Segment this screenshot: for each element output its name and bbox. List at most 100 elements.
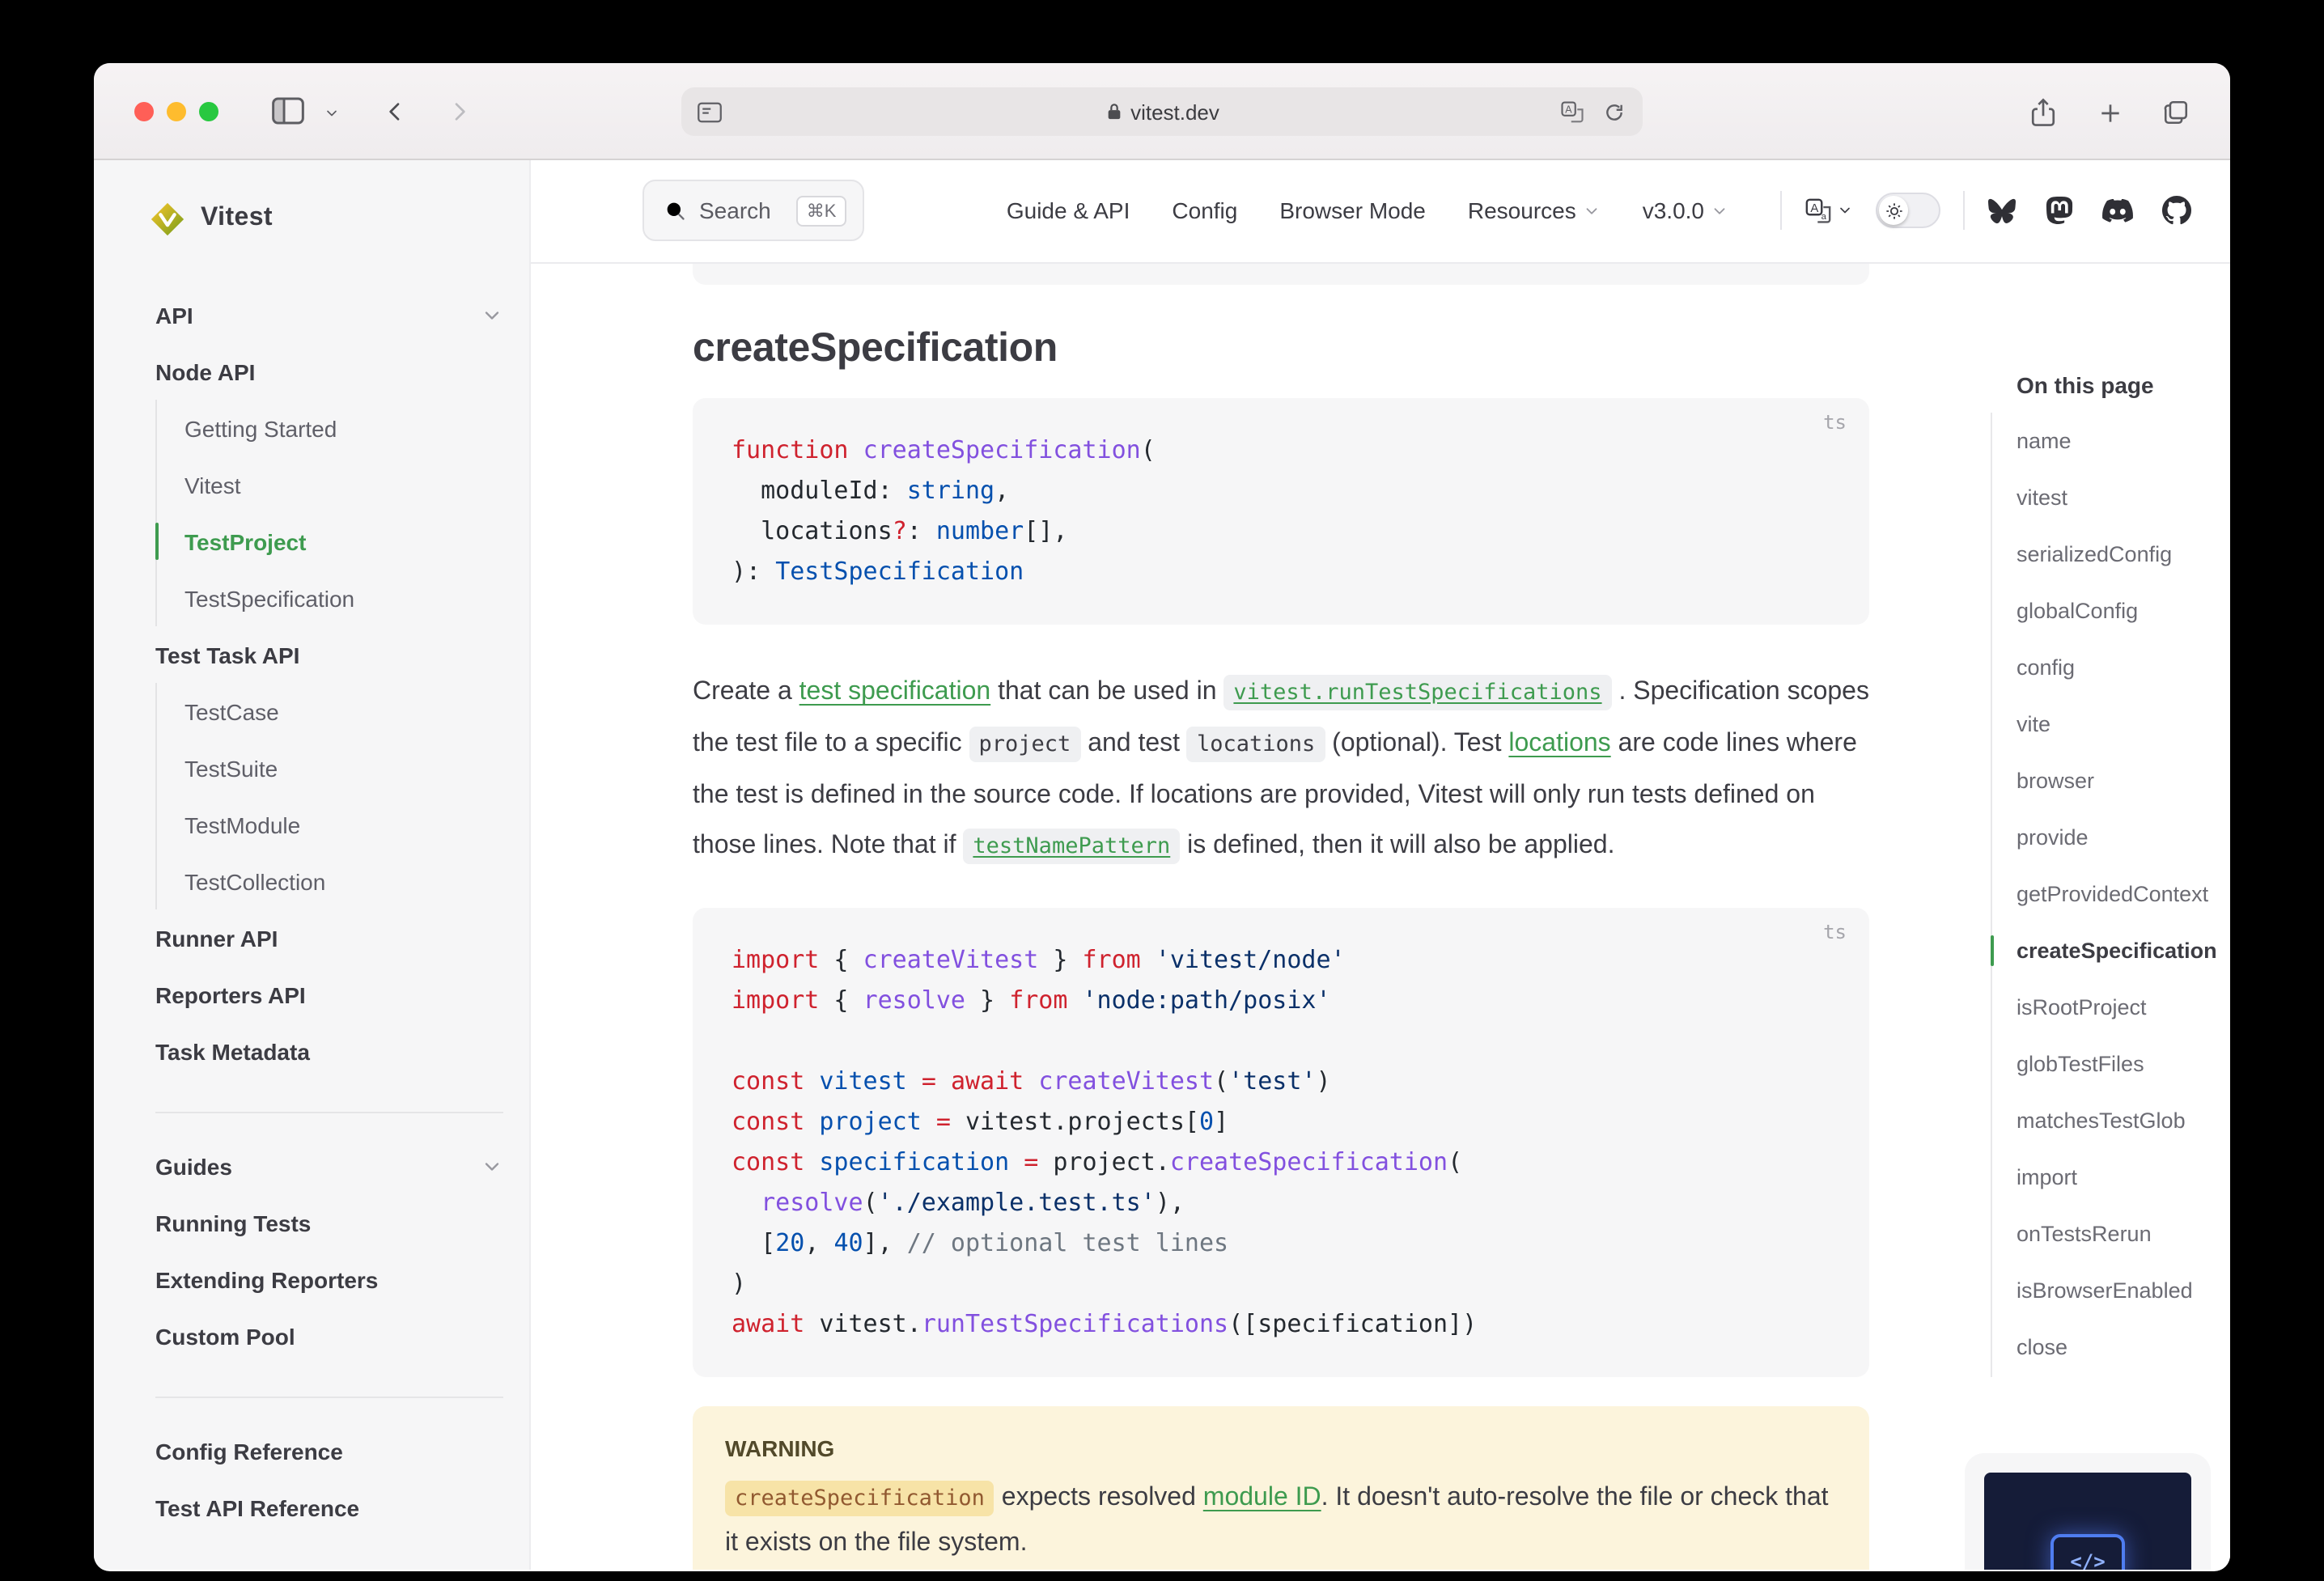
inline-code: createSpecification: [725, 1481, 994, 1516]
sidebar-item-reporters-api[interactable]: Reporters API: [155, 966, 503, 1023]
sidebar: Vitest APINode APIGetting StartedVitestT…: [94, 160, 531, 1570]
nav-link-config[interactable]: Config: [1172, 198, 1237, 224]
minimize-button[interactable]: [167, 102, 186, 121]
outline-link-globalconfig[interactable]: globalConfig: [2017, 583, 2230, 639]
previous-code-block-tail: [693, 264, 1869, 285]
language-menu[interactable]: Aa: [1804, 197, 1853, 225]
translate-icon[interactable]: A: [1560, 100, 1584, 124]
nav-menu: Guide & API Config Browser Mode Resources v3…: [1007, 198, 1728, 224]
outline-link-vite[interactable]: vite: [2017, 696, 2230, 752]
sidebar-item-testcollection[interactable]: TestCollection: [184, 853, 503, 909]
code-monitor-icon: </>: [2050, 1534, 2125, 1570]
sidebar-item-testcase[interactable]: TestCase: [184, 683, 503, 740]
doc-link-vitest-runtestspecifications[interactable]: vitest.runTestSpecifications: [1223, 675, 1611, 710]
sidebar-divider: [155, 1112, 503, 1113]
doc-link-module-id[interactable]: module ID: [1203, 1484, 1321, 1511]
tabs-overview-icon[interactable]: [2162, 99, 2190, 126]
chevron-down-icon: [481, 1155, 503, 1177]
outline-link-name[interactable]: name: [2017, 413, 2230, 469]
top-navbar: Search ⌘K Guide & API Config Browser Mode R…: [531, 160, 2230, 264]
sidebar-item-running-tests[interactable]: Running Tests: [155, 1194, 503, 1251]
sidebar-section-guides[interactable]: Guides: [155, 1138, 503, 1194]
svg-text:A: A: [1565, 104, 1572, 115]
outline-aside: On this page namevitestserializedConfigg…: [1991, 264, 2230, 1375]
outline-link-globtestfiles[interactable]: globTestFiles: [2017, 1036, 2230, 1092]
nav-link-guide-api[interactable]: Guide & API: [1007, 198, 1130, 224]
sun-icon: [1879, 197, 1908, 226]
chevron-down-icon[interactable]: [324, 105, 340, 121]
github-icon[interactable]: [2162, 197, 2191, 226]
outline-link-vitest[interactable]: vitest: [2017, 469, 2230, 526]
sidebar-item-getting-started[interactable]: Getting Started: [184, 400, 503, 456]
outline-link-isbrowserenabled[interactable]: isBrowserEnabled: [2017, 1262, 2230, 1319]
sidebar-item-test-task-api[interactable]: Test Task API: [155, 626, 503, 683]
outline-divider: [1991, 413, 1992, 1377]
outline-link-createspecification[interactable]: createSpecification: [2017, 922, 2230, 979]
sidebar-item-testsuite[interactable]: TestSuite: [184, 740, 503, 796]
sidebar-item-runner-api[interactable]: Runner API: [155, 909, 503, 966]
doc-link-test-specification[interactable]: test specification: [799, 678, 991, 706]
doc-link-testnamepattern[interactable]: testNamePattern: [963, 829, 1180, 864]
browser-window: vitest.dev A: [94, 63, 2230, 1571]
doc-link-locations[interactable]: locations: [1508, 730, 1610, 757]
doc-paragraph: Create a test specification that can be …: [693, 667, 1869, 872]
chevron-down-icon: [481, 303, 503, 326]
discord-icon[interactable]: [2102, 199, 2133, 223]
sidebar-section-api[interactable]: API: [155, 286, 503, 343]
outline-link-isrootproject[interactable]: isRootProject: [2017, 979, 2230, 1036]
sidebar-item-config-reference[interactable]: Config Reference: [155, 1422, 503, 1479]
browser-toolbar: vitest.dev A: [94, 63, 2230, 160]
page-body: Vitest APINode APIGetting StartedVitestT…: [94, 160, 2230, 1570]
outline-link-import[interactable]: import: [2017, 1149, 2230, 1206]
warning-callout: WARNING createSpecification expects reso…: [693, 1406, 1869, 1570]
bluesky-icon[interactable]: [1987, 197, 2017, 225]
search-button[interactable]: Search ⌘K: [642, 180, 863, 242]
outline-link-getprovidedcontext[interactable]: getProvidedContext: [2017, 866, 2230, 922]
back-icon[interactable]: [382, 99, 408, 125]
outline-link-config[interactable]: config: [2017, 639, 2230, 696]
address-bar[interactable]: vitest.dev A: [681, 87, 1643, 136]
outline-link-browser[interactable]: browser: [2017, 752, 2230, 809]
sponsor-ad[interactable]: </>: [1965, 1453, 2211, 1570]
code-block[interactable]: ts import { createVitest } from 'vitest/…: [693, 908, 1869, 1377]
sidebar-item-testmodule[interactable]: TestModule: [184, 796, 503, 853]
svg-text:A: A: [1810, 202, 1818, 215]
nav-link-browser-mode[interactable]: Browser Mode: [1279, 198, 1426, 224]
sidebar-nav: APINode APIGetting StartedVitestTestProj…: [155, 286, 503, 1536]
sidebar-item-test-api-reference[interactable]: Test API Reference: [155, 1479, 503, 1536]
outline-link-provide[interactable]: provide: [2017, 809, 2230, 866]
nav-link-v3-0-0[interactable]: v3.0.0: [1643, 198, 1728, 224]
search-label: Search: [699, 198, 771, 224]
site-logo[interactable]: Vitest: [149, 173, 503, 264]
zoom-button[interactable]: [199, 102, 218, 121]
sidebar-group: Getting StartedVitestTestProjectTestSpec…: [155, 400, 503, 626]
outline-link-matchestestglob[interactable]: matchesTestGlob: [2017, 1092, 2230, 1149]
sidebar-item-node-api[interactable]: Node API: [155, 343, 503, 400]
mastodon-icon[interactable]: [2046, 197, 2073, 226]
sidebar-item-custom-pool[interactable]: Custom Pool: [155, 1308, 503, 1364]
close-button[interactable]: [134, 102, 154, 121]
forward-icon[interactable]: [447, 99, 473, 125]
sidebar-group: TestCaseTestSuiteTestModuleTestCollectio…: [155, 683, 503, 909]
reader-icon[interactable]: [698, 101, 722, 122]
sidebar-item-extending-reporters[interactable]: Extending Reporters: [155, 1251, 503, 1308]
share-icon[interactable]: [2029, 97, 2057, 128]
sidebar-item-vitest[interactable]: Vitest: [184, 456, 503, 513]
code-lang: ts: [1823, 921, 1847, 943]
chevron-down-icon: [1711, 202, 1728, 220]
outline-link-serializedconfig[interactable]: serializedConfig: [2017, 526, 2230, 583]
sidebar-toggle-icon[interactable]: [272, 97, 304, 125]
warning-title: WARNING: [725, 1435, 1837, 1461]
sidebar-item-testproject[interactable]: TestProject: [184, 513, 503, 570]
nav-link-resources[interactable]: Resources: [1468, 198, 1601, 224]
url-text: vitest.dev: [1130, 100, 1219, 124]
sidebar-item-testspecification[interactable]: TestSpecification: [184, 570, 503, 626]
code-block[interactable]: ts function createSpecification( moduleI…: [693, 398, 1869, 625]
outline-link-ontestsrerun[interactable]: onTestsRerun: [2017, 1206, 2230, 1262]
outline-link-close[interactable]: close: [2017, 1319, 2230, 1375]
theme-toggle[interactable]: [1876, 193, 1940, 229]
page-title: createSpecification: [693, 324, 1869, 372]
reload-icon[interactable]: [1604, 101, 1625, 122]
new-tab-icon[interactable]: [2097, 100, 2123, 126]
sidebar-item-task-metadata[interactable]: Task Metadata: [155, 1023, 503, 1079]
